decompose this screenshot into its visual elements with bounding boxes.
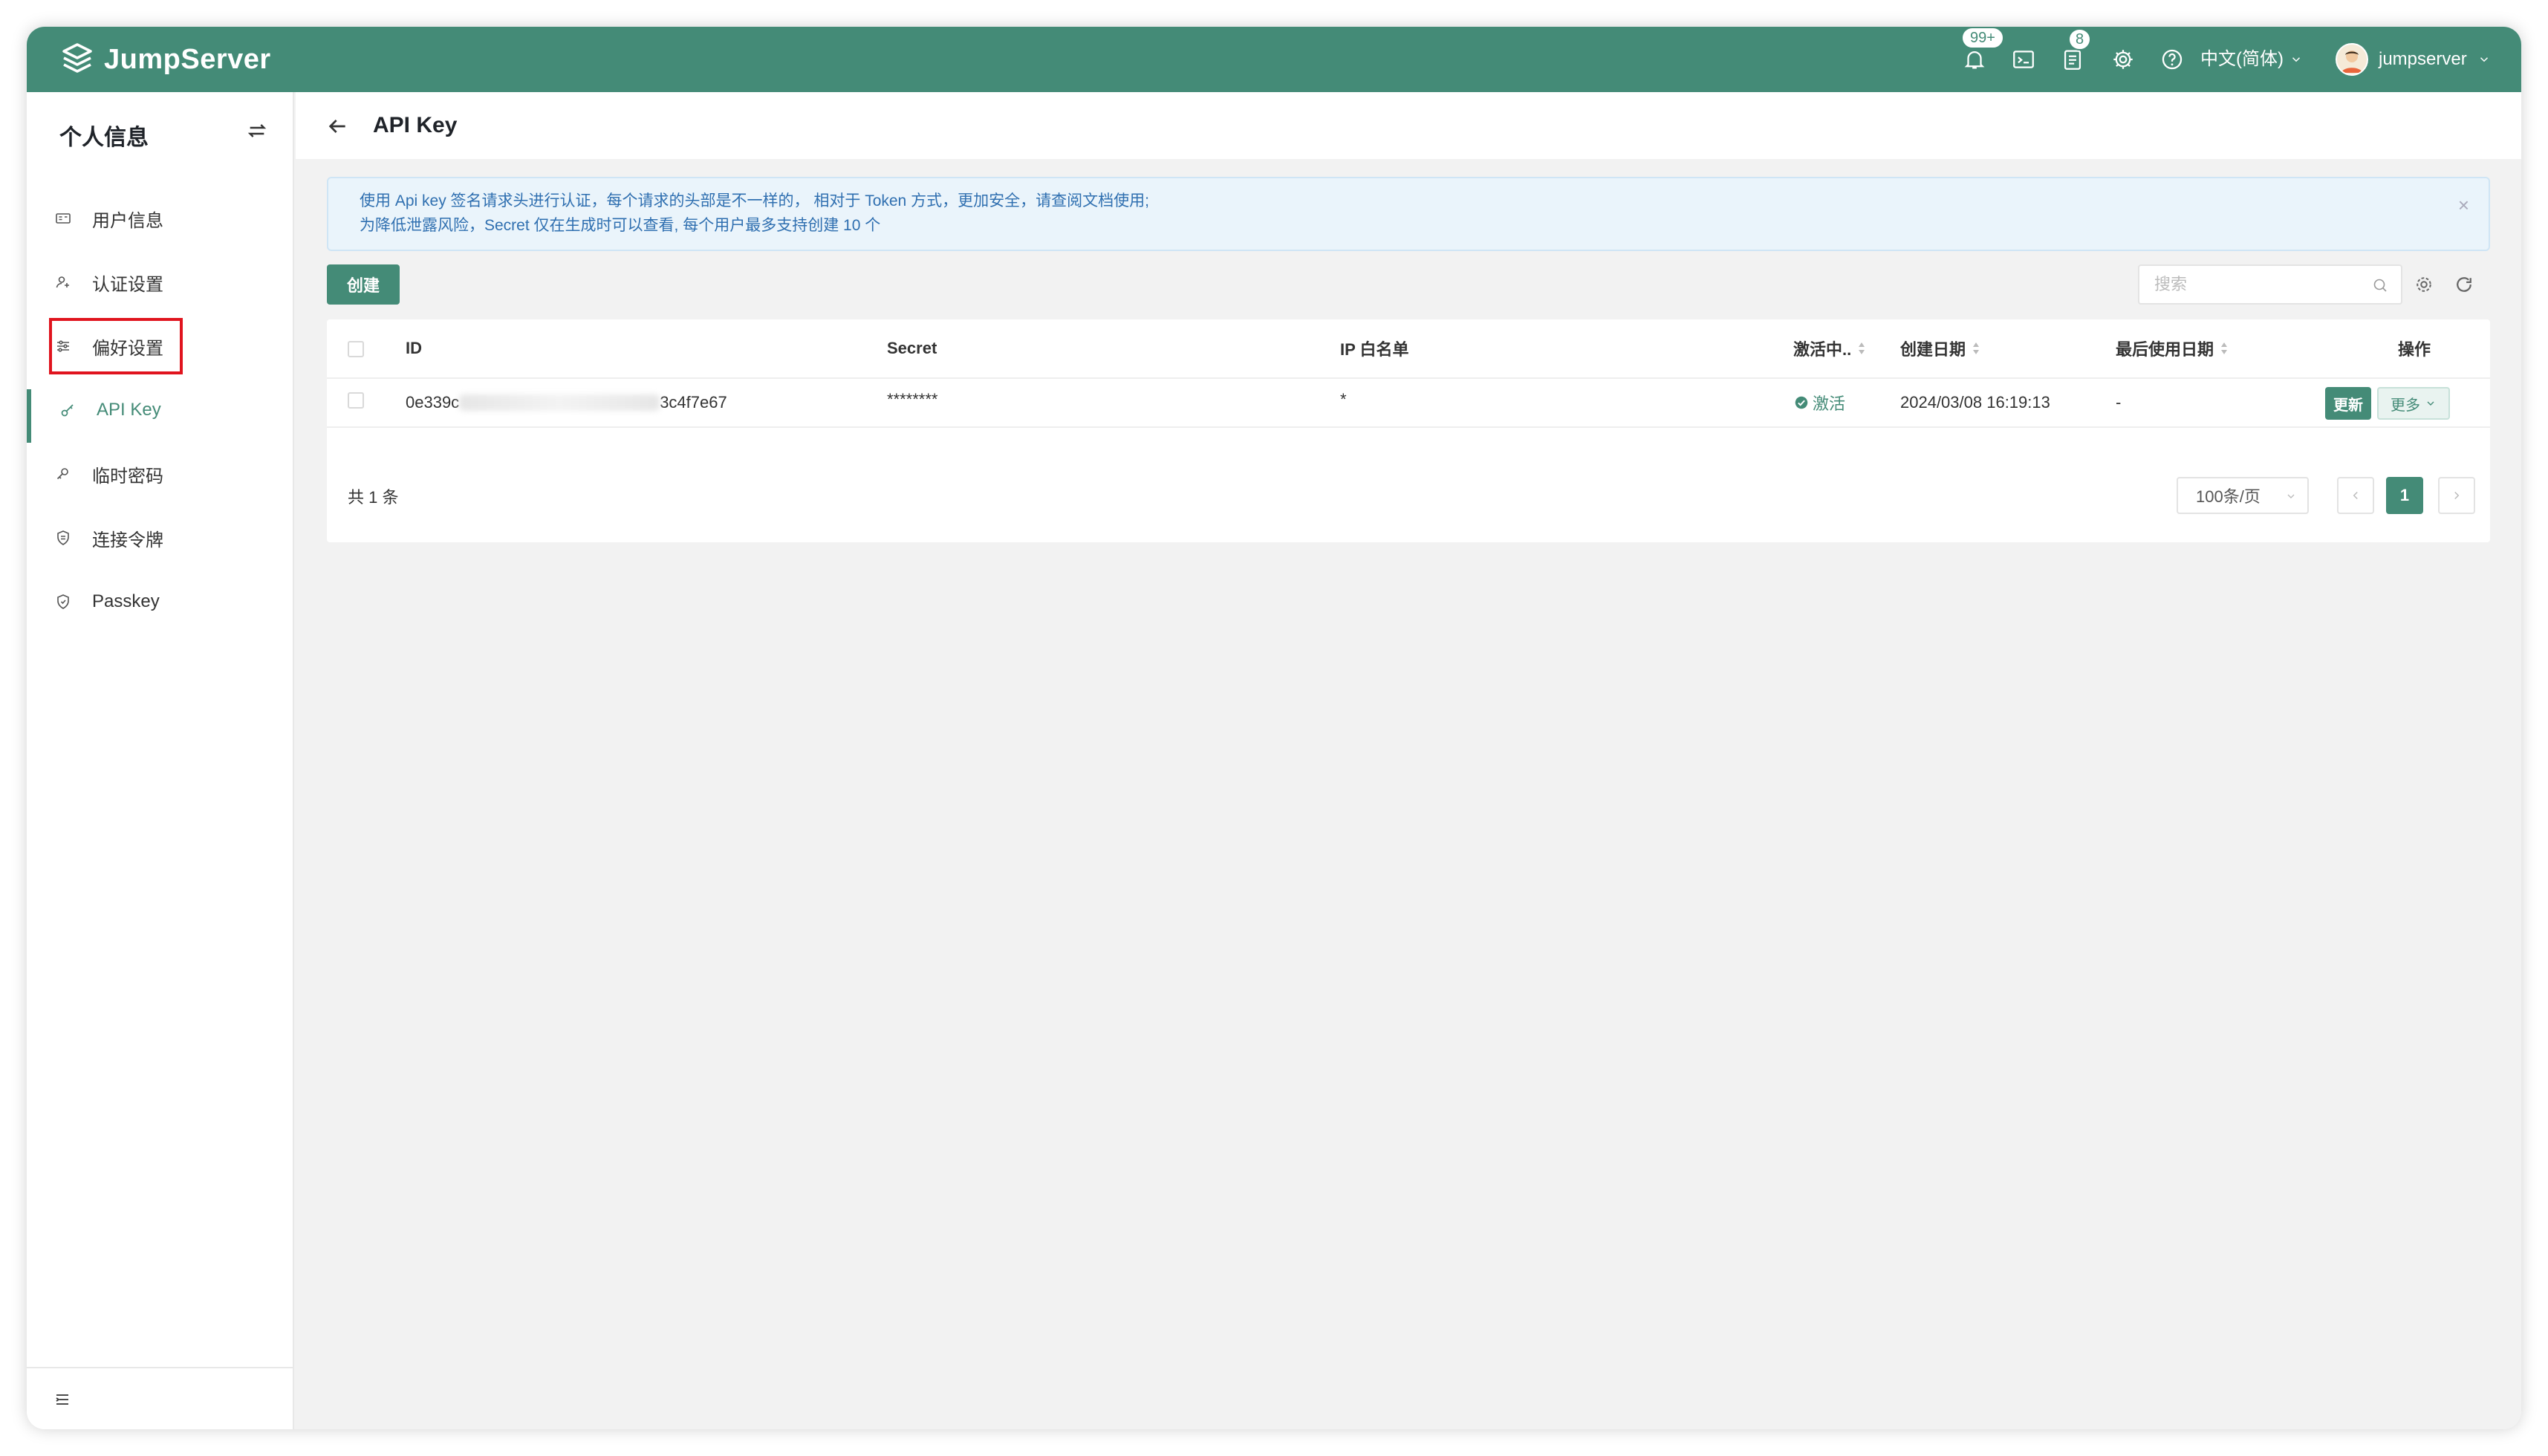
sidebar-item-temp-password[interactable]: 临时密码 bbox=[27, 450, 294, 498]
web-terminal-button[interactable] bbox=[2009, 45, 2038, 74]
page-number-button[interactable]: 1 bbox=[2386, 477, 2423, 514]
table-header-row: ID Secret IP 白名单 激活中.. 创建日期 最后使用日期 操作 bbox=[327, 319, 2490, 379]
settings-button[interactable] bbox=[2108, 45, 2138, 74]
column-header-created[interactable]: 创建日期 bbox=[1900, 319, 1980, 377]
column-header-ip-whitelist[interactable]: IP 白名单 bbox=[1340, 319, 1409, 377]
close-icon[interactable]: × bbox=[2458, 193, 2469, 218]
jumpserver-logo-icon bbox=[62, 43, 92, 73]
chevron-down-icon bbox=[2427, 401, 2434, 406]
sidebar-item-label: Passkey bbox=[92, 591, 160, 611]
page-header: API Key bbox=[296, 92, 2521, 159]
api-key-table: ID Secret IP 白名单 激活中.. 创建日期 最后使用日期 操作 0e… bbox=[327, 319, 2490, 542]
column-header-created-label: 创建日期 bbox=[1900, 340, 1966, 359]
sidebar-item-connection-token[interactable]: 连接令牌 bbox=[27, 514, 294, 562]
help-button[interactable] bbox=[2157, 45, 2187, 74]
back-arrow-icon[interactable] bbox=[325, 114, 349, 138]
sidebar-item-label: 用户信息 bbox=[92, 210, 163, 231]
avatar bbox=[2336, 43, 2368, 76]
chevron-left-icon bbox=[2353, 491, 2358, 500]
column-header-last-used[interactable]: 最后使用日期 bbox=[2116, 319, 2229, 377]
search-input[interactable] bbox=[2139, 266, 2355, 303]
top-bar: JumpServer 99+ 8 中文(简体) jumpserver bbox=[27, 27, 2521, 92]
page-size-select[interactable]: 100条/页 bbox=[2177, 477, 2309, 514]
username-label: jumpserver bbox=[2379, 49, 2467, 69]
sidebar-item-api-key[interactable]: API Key bbox=[27, 386, 294, 443]
row-actions: 更新 更多 bbox=[327, 387, 2490, 420]
help-icon bbox=[2162, 49, 2183, 70]
terminal-icon bbox=[2013, 51, 2034, 68]
chevron-down-icon bbox=[2292, 57, 2301, 62]
column-header-id[interactable]: ID bbox=[406, 319, 422, 377]
search-box bbox=[2138, 264, 2402, 305]
more-label: 更多 bbox=[2391, 397, 2420, 414]
token-icon bbox=[53, 528, 73, 547]
logo[interactable]: JumpServer bbox=[59, 39, 271, 80]
clipboard-icon bbox=[2064, 50, 2081, 70]
alert-line-1: 使用 Api key 签名请求头进行认证，每个请求的头部是不一样的， 相对于 T… bbox=[360, 192, 1149, 209]
page-title: API Key bbox=[373, 113, 458, 137]
column-header-active[interactable]: 激活中.. bbox=[1793, 319, 1866, 377]
table-settings-icon[interactable] bbox=[2413, 273, 2435, 296]
alert-line-2: 为降低泄露风险，Secret 仅在生成时可以查看, 每个用户最多支持创建 10 … bbox=[360, 217, 881, 234]
search-icon bbox=[2373, 279, 2387, 292]
sort-icon[interactable] bbox=[2220, 340, 2229, 357]
key-icon bbox=[58, 400, 77, 420]
tasks-badge: 8 bbox=[2068, 28, 2092, 51]
column-header-actions: 操作 bbox=[2398, 340, 2431, 359]
bell-icon bbox=[1964, 51, 1985, 69]
user-avatar-icon bbox=[2341, 51, 2362, 73]
sidebar-item-auth-settings[interactable]: 认证设置 bbox=[27, 259, 294, 306]
sidebar-footer bbox=[27, 1367, 294, 1429]
next-page-button[interactable] bbox=[2438, 477, 2475, 514]
gear-icon bbox=[2113, 50, 2133, 69]
column-header-active-label: 激活中.. bbox=[1793, 340, 1852, 359]
app-window: JumpServer 99+ 8 中文(简体) jumpserver 个人信息 … bbox=[27, 27, 2521, 1429]
language-selector[interactable]: 中文(简体) bbox=[2200, 46, 2303, 73]
sort-icon[interactable] bbox=[1857, 340, 1866, 357]
sidebar-item-label: API Key bbox=[97, 400, 161, 420]
chevron-down-icon bbox=[2480, 57, 2488, 62]
user-menu[interactable]: jumpserver bbox=[2336, 42, 2491, 77]
chevron-down-icon bbox=[2287, 494, 2295, 498]
column-header-last-used-label: 最后使用日期 bbox=[2116, 340, 2214, 359]
notifications-button[interactable] bbox=[1960, 45, 1989, 74]
collapse-menu-icon[interactable] bbox=[53, 1391, 71, 1408]
highlight-annotation bbox=[49, 318, 183, 374]
sidebar-item-label: 临时密码 bbox=[92, 466, 163, 487]
notifications-badge: 99+ bbox=[1961, 27, 2004, 49]
info-alert: 使用 Api key 签名请求头进行认证，每个请求的头部是不一样的， 相对于 T… bbox=[327, 177, 2490, 251]
sidebar-item-user-info[interactable]: 用户信息 bbox=[27, 195, 294, 242]
temp-key-icon bbox=[53, 464, 73, 484]
create-button[interactable]: 创建 bbox=[327, 264, 400, 305]
language-label: 中文(简体) bbox=[2200, 49, 2284, 69]
page-size-label: 100条/页 bbox=[2196, 487, 2261, 506]
logo-text: JumpServer bbox=[104, 43, 271, 75]
chevron-right-icon bbox=[2454, 491, 2460, 500]
more-dropdown[interactable]: 更多 bbox=[2377, 387, 2450, 420]
table-row: 0e339c 3c4f7e67 ******** * 激活 2024/03/08… bbox=[327, 379, 2490, 428]
shield-icon bbox=[53, 592, 73, 611]
swap-icon[interactable] bbox=[245, 119, 269, 143]
sidebar-item-label: 认证设置 bbox=[92, 274, 163, 295]
column-header-secret[interactable]: Secret bbox=[887, 319, 937, 377]
total-count: 共 1 条 bbox=[348, 488, 399, 507]
sidebar-title: 个人信息 bbox=[59, 126, 149, 150]
select-all-checkbox[interactable] bbox=[348, 341, 364, 357]
user-auth-icon bbox=[53, 273, 73, 292]
id-card-icon bbox=[53, 209, 73, 228]
sidebar-item-label: 连接令牌 bbox=[92, 530, 163, 550]
refresh-icon[interactable] bbox=[2453, 273, 2475, 296]
prev-page-button[interactable] bbox=[2337, 477, 2374, 514]
sort-icon[interactable] bbox=[1972, 340, 1980, 357]
sidebar: 个人信息 用户信息 认证设置 偏好设置 API Key 临时密码 连接令牌 Pa… bbox=[27, 92, 294, 1429]
sidebar-item-passkey[interactable]: Passkey bbox=[27, 578, 294, 625]
update-button[interactable]: 更新 bbox=[2325, 387, 2371, 420]
